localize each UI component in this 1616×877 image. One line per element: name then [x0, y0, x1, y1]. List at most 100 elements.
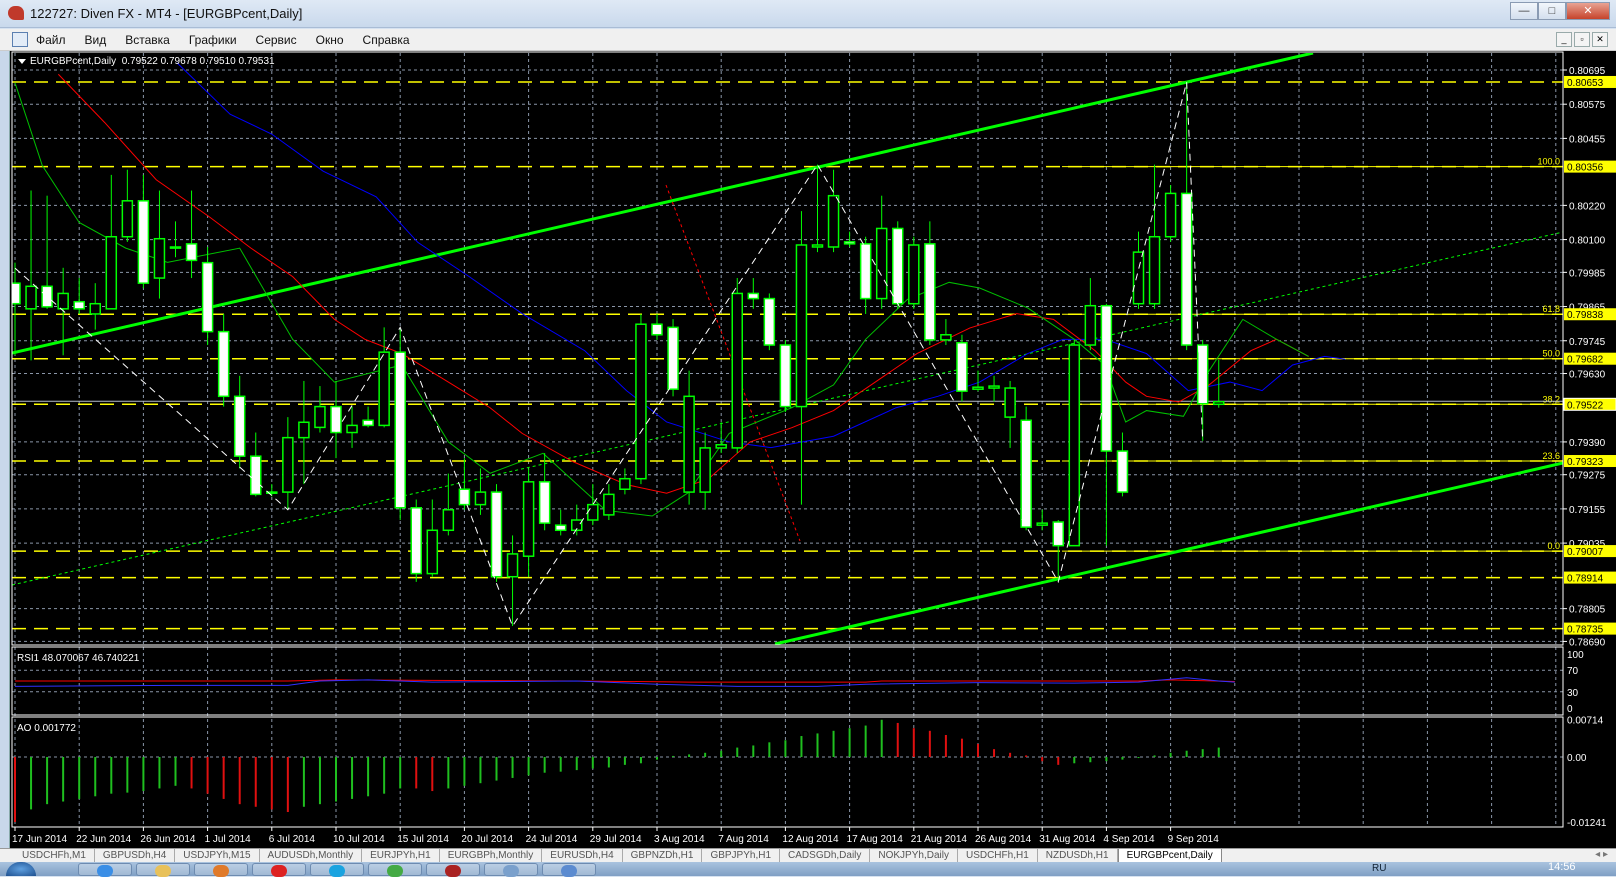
- candle-bear: [1180, 192, 1193, 346]
- tab-usdjpyh-m15[interactable]: USDJPYh,M15: [175, 849, 260, 863]
- rsi-blue-line: [14, 677, 1235, 687]
- channel-lower-line[interactable]: [774, 461, 1563, 645]
- tab-gbpnzdh-h1[interactable]: GBPNZDh,H1: [623, 849, 703, 863]
- candle-bull: [699, 447, 711, 493]
- candle-bull: [153, 237, 166, 279]
- price-tick-label: 0.79745: [1569, 337, 1606, 348]
- tab-gbpjpyh-h1[interactable]: GBPJPYh,H1: [702, 849, 781, 863]
- date-label: 20 Jul 2014: [461, 834, 513, 845]
- ao-tick-label: 0.00714: [1567, 716, 1604, 727]
- rsi-tick-label: 70: [1567, 666, 1579, 677]
- tab-nzdusdh-h1[interactable]: NZDUSDh,H1: [1038, 849, 1118, 863]
- candle-bear: [1100, 304, 1113, 452]
- candle-bull: [282, 436, 294, 493]
- chart-canvas[interactable]: 100.061.850.038.223.60.0 0.806950.805750…: [0, 0, 1616, 848]
- candle-bear: [73, 300, 85, 310]
- taskbar-mt4[interactable]: [426, 863, 480, 877]
- ao-tick-label: -0.01241: [1567, 818, 1607, 829]
- taskbar-app-green[interactable]: [368, 863, 422, 877]
- candle-bear: [554, 524, 567, 532]
- candle-bear: [410, 507, 422, 575]
- candle-bull: [57, 292, 69, 310]
- tab-audusdh-monthly[interactable]: AUDUSDh,Monthly: [260, 849, 363, 863]
- candle-bull: [474, 491, 487, 506]
- candle-bear: [169, 246, 182, 249]
- tab-eurgbph-monthly[interactable]: EURGBPh,Monthly: [440, 849, 543, 863]
- candle-bull: [635, 323, 647, 480]
- tab-nokjpyh-daily[interactable]: NOKJPYh,Daily: [870, 849, 958, 863]
- candle-bear: [250, 455, 262, 496]
- fibo-level-label: 23.6: [1542, 451, 1560, 461]
- date-label: 26 Jun 2014: [140, 834, 195, 845]
- price-tick-label: 0.80695: [1569, 66, 1606, 77]
- fibo-level-label: 50.0: [1542, 349, 1560, 359]
- date-label: 10 Jul 2014: [333, 834, 385, 845]
- date-label: 17 Aug 2014: [847, 834, 904, 845]
- candle-bull: [988, 385, 1000, 389]
- price-tick-label: 0.80220: [1569, 201, 1606, 212]
- tab-eurjpyh-h1[interactable]: EURJPYh,H1: [362, 849, 440, 863]
- candle-bear: [667, 326, 679, 390]
- candle-bear: [394, 351, 406, 509]
- rsi-signal-red-line: [15, 679, 1235, 683]
- candle-bull: [426, 529, 439, 575]
- candle-bear: [924, 243, 936, 341]
- taskbar-media[interactable]: [194, 863, 248, 877]
- price-level-tag-label: 0.80653: [1567, 78, 1604, 89]
- price-tick-label: 0.79275: [1569, 471, 1606, 482]
- start-button[interactable]: [6, 862, 36, 876]
- taskbar-window[interactable]: [542, 863, 596, 877]
- candle-bear: [217, 330, 230, 398]
- ao-tick-label: 0.00: [1567, 753, 1587, 764]
- candle-bear: [1020, 419, 1032, 528]
- candle-bull: [731, 292, 743, 449]
- taskbar-calc[interactable]: [484, 863, 538, 877]
- price-level-tag-label: 0.79007: [1567, 547, 1604, 558]
- language-indicator[interactable]: RU: [1372, 863, 1386, 874]
- candle-bull: [827, 194, 840, 248]
- candle-bull: [1036, 522, 1048, 526]
- candle-bull: [587, 503, 599, 521]
- candle-bear: [1116, 450, 1129, 493]
- taskbar-app-red[interactable]: [252, 863, 306, 877]
- taskbar-skype[interactable]: [310, 863, 364, 877]
- candle-bear: [843, 241, 856, 245]
- candle-bull: [346, 424, 358, 434]
- candle-bear: [201, 261, 214, 333]
- candle-bull: [1213, 400, 1225, 406]
- collapse-triangle-icon[interactable]: [18, 59, 26, 64]
- rsi-tick-label: 30: [1567, 688, 1579, 699]
- candle-bear: [956, 341, 968, 392]
- candle-bull: [314, 405, 326, 429]
- candle-bull: [442, 509, 455, 532]
- tab-cadsgdh-daily[interactable]: CADSGDh,Daily: [780, 849, 871, 863]
- tab-eurusdh-h4[interactable]: EURUSDh,H4: [542, 849, 623, 863]
- taskbar-explorer[interactable]: [136, 863, 190, 877]
- tab-gbpusdh-h4[interactable]: GBPUSDh,H4: [95, 849, 176, 863]
- tab-usdchfh-m1[interactable]: USDCHFh,M1: [14, 849, 95, 863]
- candle-bull: [795, 244, 808, 408]
- candle-bear: [137, 200, 150, 284]
- tab-usdchfh-h1[interactable]: USDCHFh,H1: [958, 849, 1038, 863]
- price-tick-label: 0.80455: [1569, 134, 1606, 145]
- tab-eurgbpcent-daily[interactable]: EURGBPcent,Daily: [1117, 849, 1222, 863]
- price-tick-label: 0.80575: [1569, 100, 1606, 111]
- candle-bull: [1084, 304, 1097, 346]
- price-level-tag-label: 0.79838: [1567, 310, 1604, 321]
- taskbar: RU 14:56: [0, 861, 1616, 877]
- price-tick-label: 0.79630: [1569, 370, 1606, 381]
- candle-bull: [940, 334, 952, 341]
- rsi-tick-label: 0: [1567, 704, 1573, 715]
- taskbar-ie[interactable]: [78, 863, 132, 877]
- date-label: 31 Aug 2014: [1039, 834, 1096, 845]
- price-level-tag-label: 0.78735: [1567, 625, 1604, 636]
- ao-pane-border: [11, 716, 1564, 828]
- candle-bull: [875, 227, 888, 300]
- candle-bull: [105, 235, 118, 310]
- candle-bull: [522, 481, 535, 557]
- candle-bull: [908, 244, 920, 305]
- date-label: 9 Sep 2014: [1168, 834, 1220, 845]
- price-level-tag-label: 0.79323: [1567, 457, 1604, 468]
- rsi-pane: [14, 677, 1235, 687]
- tab-scroll-arrows[interactable]: ◂ ▸: [1595, 849, 1608, 860]
